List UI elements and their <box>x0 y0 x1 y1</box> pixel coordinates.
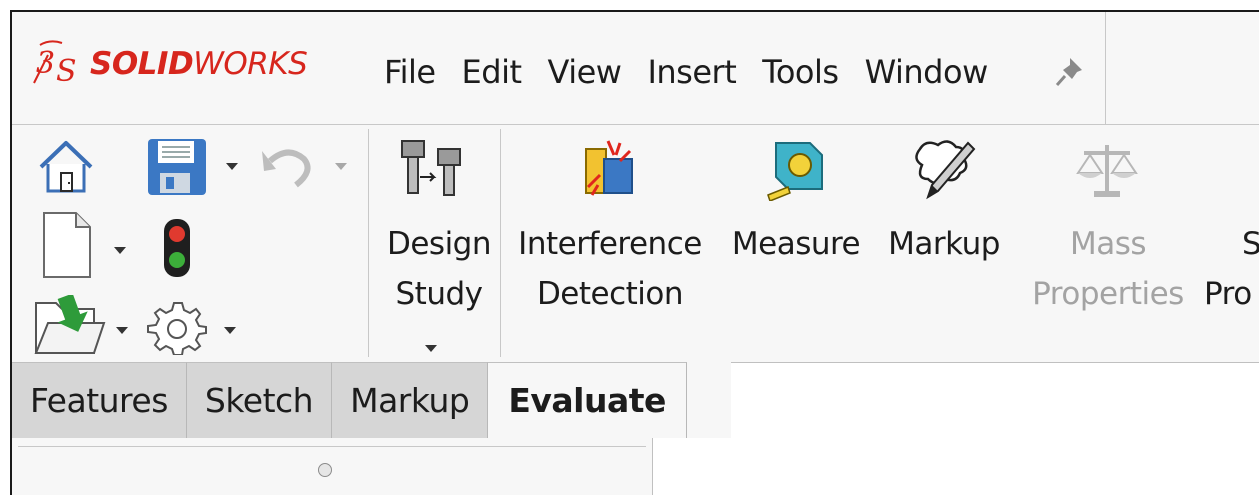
tab-features[interactable]: Features <box>12 362 187 438</box>
solidworks-wordmark: SOLIDWORKS <box>90 46 308 82</box>
pin-icon[interactable] <box>1050 52 1090 92</box>
save-icon[interactable] <box>146 137 210 197</box>
home-icon[interactable] <box>36 137 96 195</box>
undo-icon[interactable] <box>260 141 316 189</box>
save-dropdown-caret[interactable] <box>226 163 238 170</box>
menu-bar: File Edit View Insert Tools Window <box>384 50 1014 94</box>
menu-insert[interactable]: Insert <box>647 50 736 94</box>
interference-detection-label[interactable]: Interference Detection <box>510 219 710 319</box>
menu-edit[interactable]: Edit <box>462 50 522 94</box>
ds-logo-icon: 3 S <box>33 40 77 89</box>
feature-manager-panel <box>12 438 653 495</box>
design-study-label[interactable]: Design Study <box>376 219 502 319</box>
mass-properties-scale-icon[interactable] <box>1076 139 1138 201</box>
design-study-icon[interactable] <box>398 139 464 197</box>
command-manager-tabs: Features Sketch Markup Evaluate <box>12 362 687 438</box>
solidworks-logo[interactable]: 3 S SOLIDWORKS <box>26 34 308 94</box>
measure-tape-icon[interactable] <box>764 137 828 201</box>
mass-properties-label[interactable]: Mass Properties <box>1024 219 1192 319</box>
menu-tools[interactable]: Tools <box>762 50 839 94</box>
graphics-area-top <box>731 362 1259 439</box>
options-gear-icon[interactable] <box>146 299 208 355</box>
tab-sketch[interactable]: Sketch <box>186 362 333 438</box>
interference-detection-icon[interactable] <box>578 135 642 201</box>
markup-label[interactable]: Markup <box>878 219 1010 269</box>
open-folder-icon[interactable] <box>34 295 106 357</box>
solidworks-window: 3 S SOLIDWORKS File Edit View Insert Too… <box>10 10 1259 495</box>
options-dropdown-caret[interactable] <box>224 327 236 334</box>
section-properties-label[interactable]: Se Pro <box>1204 219 1259 319</box>
toolbar-separator <box>500 129 501 357</box>
measure-label[interactable]: Measure <box>724 219 868 269</box>
undo-dropdown-caret[interactable] <box>335 163 347 170</box>
tab-evaluate[interactable]: Evaluate <box>488 362 687 438</box>
svg-text:S: S <box>56 54 77 89</box>
design-study-dropdown-caret[interactable] <box>425 345 437 352</box>
graphics-area[interactable] <box>653 438 1259 495</box>
menu-view[interactable]: View <box>548 50 622 94</box>
open-dropdown-caret[interactable] <box>116 327 128 334</box>
svg-text:3: 3 <box>36 46 55 81</box>
menu-window[interactable]: Window <box>865 50 989 94</box>
markup-cloud-pen-icon[interactable] <box>908 137 978 203</box>
command-manager: Design Study Interference Detection Meas… <box>12 125 1259 361</box>
menu-file[interactable]: File <box>384 50 436 94</box>
new-document-icon[interactable] <box>42 211 92 279</box>
tab-markup[interactable]: Markup <box>332 362 489 438</box>
panel-divider <box>18 446 646 447</box>
toolbar-separator <box>368 129 369 357</box>
new-dropdown-caret[interactable] <box>114 247 126 254</box>
rebuild-traffic-light-icon[interactable] <box>162 217 192 279</box>
panel-resize-handle[interactable] <box>318 463 332 477</box>
title-divider <box>1105 12 1106 124</box>
title-bar: 3 S SOLIDWORKS File Edit View Insert Too… <box>12 12 1259 125</box>
